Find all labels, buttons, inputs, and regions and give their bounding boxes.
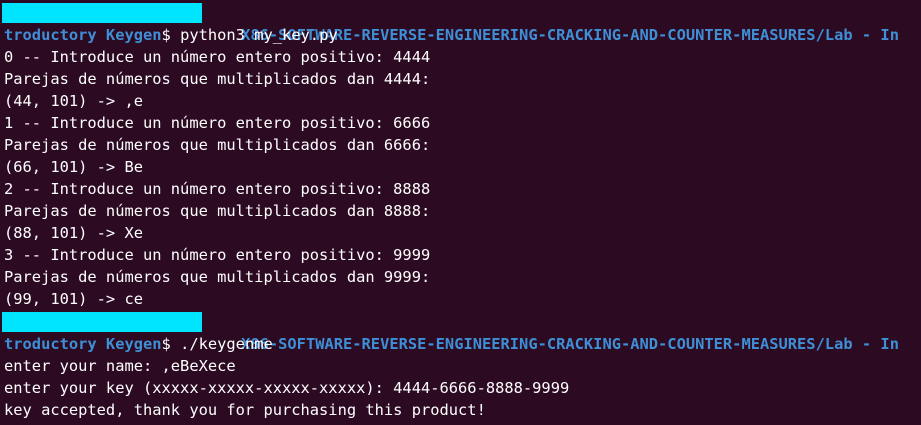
prompt-path: X86-SOFTWARE-REVERSE-ENGINEERING-CRACKIN… (241, 335, 899, 353)
output-line: (99, 101) -> ce (4, 290, 143, 308)
prompt-command: ./keygenme (180, 335, 273, 353)
output-line: (44, 101) -> ,e (4, 92, 143, 110)
output-line: enter your key (xxxxx-xxxxx-xxxxx-xxxxx)… (4, 379, 570, 397)
prompt-symbol: $ (161, 335, 181, 353)
prompt-path-cont: troductory Keygen (4, 335, 162, 353)
prompt-line: troductory Keygen$ python3 my_key.py (4, 24, 338, 46)
cutoff-line-fragment (4, 418, 157, 425)
output-line: 2 -- Introduce un número entero positivo… (4, 180, 431, 198)
redacted-username-block (2, 312, 202, 332)
prompt-path-line1: X86-SOFTWARE-REVERSE-ENGINEERING-CRACKIN… (204, 311, 899, 353)
prompt-path-cont: troductory Keygen (4, 26, 162, 44)
prompt-command: python3 my_key.py (180, 26, 338, 44)
output-line: (88, 101) -> Xe (4, 224, 143, 242)
prompt-symbol: $ (161, 26, 181, 44)
output-line: Parejas de números que multiplicados dan… (4, 70, 431, 88)
output-line: Parejas de números que multiplicados dan… (4, 136, 431, 154)
output-line: 3 -- Introduce un número entero positivo… (4, 246, 431, 264)
output-line: 1 -- Introduce un número entero positivo… (4, 114, 431, 132)
output-line: (66, 101) -> Be (4, 158, 143, 176)
prompt-path: X86-SOFTWARE-REVERSE-ENGINEERING-CRACKIN… (241, 26, 899, 44)
output-line: 0 -- Introduce un número entero positivo… (4, 48, 431, 66)
terminal-window[interactable]: X86-SOFTWARE-REVERSE-ENGINEERING-CRACKIN… (0, 0, 921, 425)
output-line: Parejas de números que multiplicados dan… (4, 202, 431, 220)
redacted-username-block (2, 3, 202, 23)
output-line: Parejas de números que multiplicados dan… (4, 268, 431, 286)
prompt-line: troductory Keygen$ ./keygenme (4, 333, 273, 355)
prompt-path-line1: X86-SOFTWARE-REVERSE-ENGINEERING-CRACKIN… (204, 2, 899, 44)
output-line: enter your name: ,eBeXece (4, 357, 236, 375)
